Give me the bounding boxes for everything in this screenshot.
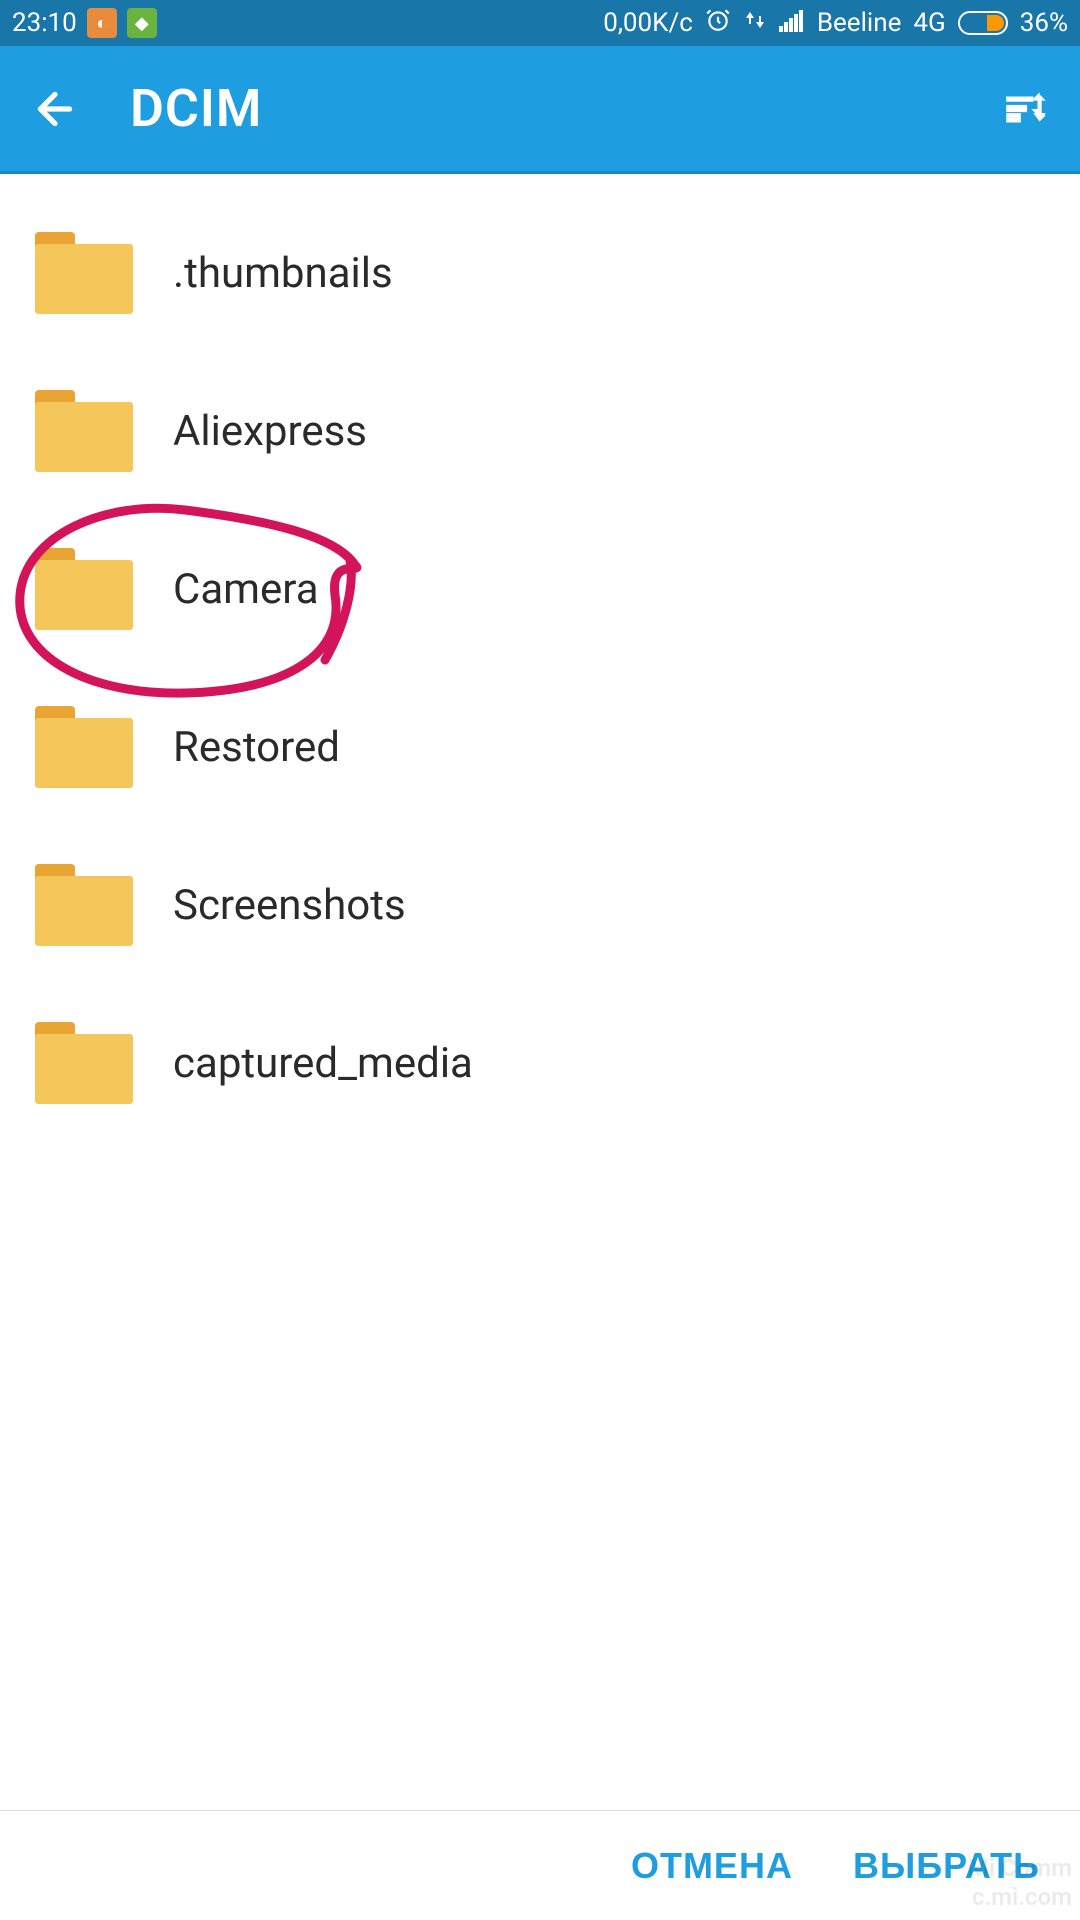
folder-name: Aliexpress	[173, 407, 367, 456]
folder-icon	[35, 548, 133, 630]
folder-icon	[35, 706, 133, 788]
watermark-line2: c.mi.com	[968, 1883, 1072, 1912]
folder-name: .thumbnails	[173, 249, 393, 298]
battery-icon	[958, 11, 1008, 35]
network-type: 4G	[913, 8, 945, 38]
sort-icon[interactable]	[1000, 84, 1050, 134]
shield-icon: ◆	[127, 8, 157, 38]
back-arrow-icon[interactable]	[30, 84, 80, 134]
weather-icon: ◐	[87, 8, 117, 38]
folder-icon	[35, 390, 133, 472]
folder-item-captured-media[interactable]: captured_media	[0, 984, 1080, 1142]
data-rate: 0,00K/c	[603, 8, 693, 38]
folder-icon	[35, 864, 133, 946]
folder-name: captured_media	[173, 1039, 473, 1088]
status-left: 23:10 ◐ ◆	[12, 8, 157, 38]
watermark: Mi Comm c.mi.com	[968, 1854, 1072, 1912]
signal-icon	[779, 8, 805, 39]
folder-name: Camera	[173, 565, 319, 614]
cancel-button[interactable]: ОТМЕНА	[631, 1845, 793, 1887]
folder-item-restored[interactable]: Restored	[0, 668, 1080, 826]
status-right: 0,00K/c Beeline 4G 36%	[603, 7, 1068, 40]
status-bar: 23:10 ◐ ◆ 0,00K/c Beeline 4G 36%	[0, 0, 1080, 46]
watermark-line1: Mi Comm	[968, 1854, 1072, 1883]
folder-name: Screenshots	[173, 881, 406, 930]
status-time: 23:10	[12, 8, 77, 38]
app-bar: DCIM	[0, 46, 1080, 174]
carrier-name: Beeline	[817, 8, 902, 38]
data-arrows-icon	[743, 8, 767, 39]
folder-item-aliexpress[interactable]: Aliexpress	[0, 352, 1080, 510]
folder-item-camera[interactable]: Camera	[0, 510, 1080, 668]
folder-item-thumbnails[interactable]: .thumbnails	[0, 194, 1080, 352]
bottom-bar: ОТМЕНА ВЫБРАТЬ	[0, 1810, 1080, 1920]
folder-item-screenshots[interactable]: Screenshots	[0, 826, 1080, 984]
folder-list: .thumbnails Aliexpress Camera Restored S…	[0, 174, 1080, 1142]
page-title: DCIM	[130, 78, 1000, 139]
folder-name: Restored	[173, 723, 340, 772]
battery-percent: 36%	[1020, 8, 1068, 38]
folder-icon	[35, 1022, 133, 1104]
folder-icon	[35, 232, 133, 314]
alarm-icon	[705, 7, 731, 40]
